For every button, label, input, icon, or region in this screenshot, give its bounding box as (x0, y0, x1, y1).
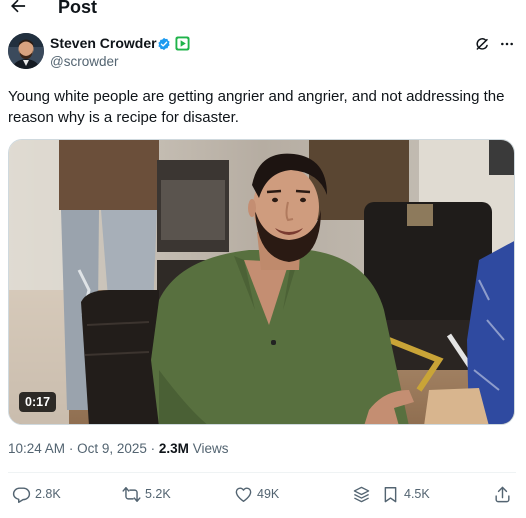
arrow-left-icon[interactable] (8, 0, 28, 16)
repost-icon (122, 486, 141, 502)
meta-separator: · (68, 441, 74, 456)
like-button[interactable]: 49K (234, 484, 279, 504)
page-title: Post (58, 0, 98, 17)
reply-icon (12, 486, 31, 503)
views-count: 2.3M (158, 441, 189, 456)
bookmark-count: 4.5K (404, 487, 430, 501)
post-time[interactable]: 10:24 AM (8, 441, 65, 456)
post-header: Post (0, 0, 526, 18)
verified-badge-icon[interactable] (157, 37, 171, 51)
display-name[interactable]: Steven Crowder (50, 35, 157, 52)
post-metadata: 10:24 AM · Oct 9, 2025 · 2.3M Views (8, 441, 228, 457)
share-button[interactable] (493, 484, 512, 504)
layers-icon (353, 486, 370, 502)
bookmark-button[interactable]: 4.5K (381, 484, 430, 504)
reply-button[interactable]: 2.8K (12, 484, 61, 504)
share-icon (495, 486, 510, 502)
author-row: Steven Crowder @scrowder (0, 33, 526, 73)
action-bar: 2.8K 5.2K 49K 4.5K (0, 484, 526, 506)
affiliate-badge-icon[interactable] (175, 36, 190, 51)
grok-analyze-button[interactable] (352, 484, 371, 504)
grok-icon[interactable] (474, 36, 490, 52)
video-player[interactable]: 0:17 (8, 139, 515, 425)
repost-count: 5.2K (145, 487, 171, 501)
post-date[interactable]: Oct 9, 2025 (77, 441, 147, 456)
meta-separator: · (150, 441, 156, 456)
tweet-text: Young white people are getting angrier a… (8, 88, 505, 126)
handle[interactable]: @scrowder (50, 54, 118, 70)
more-options-icon[interactable] (499, 36, 515, 52)
views-label: Views (192, 441, 229, 456)
video-thumbnail (9, 140, 514, 424)
like-count: 49K (257, 487, 280, 501)
heart-icon (235, 486, 252, 502)
divider (8, 472, 516, 473)
avatar[interactable] (8, 33, 44, 69)
repost-button[interactable]: 5.2K (122, 484, 171, 504)
reply-count: 2.8K (35, 487, 61, 501)
bookmark-icon (384, 486, 397, 502)
video-duration-badge: 0:17 (19, 392, 57, 412)
